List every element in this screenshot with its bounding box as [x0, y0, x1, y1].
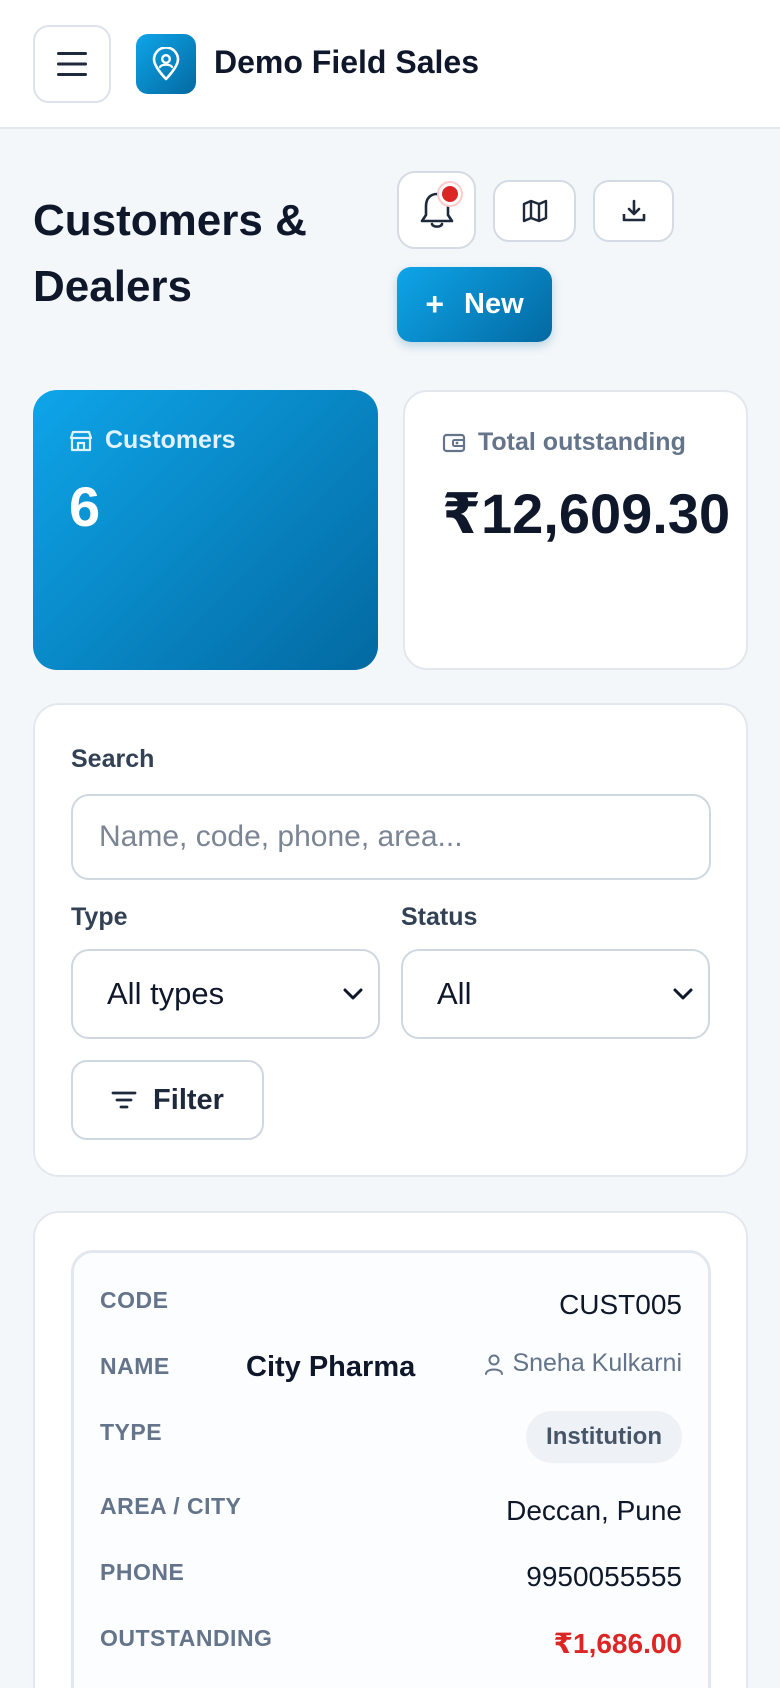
customers-stat-label: Customers	[69, 426, 236, 455]
store-icon	[69, 430, 93, 451]
phone-key: PHONE	[100, 1559, 185, 1585]
new-button-label: New	[464, 288, 524, 320]
status-select[interactable]: All	[401, 949, 710, 1039]
export-button[interactable]	[593, 180, 674, 242]
type-label: Type	[71, 903, 128, 931]
user-icon	[485, 1354, 504, 1375]
type-key: TYPE	[100, 1419, 163, 1445]
customers-label-text: Customers	[105, 426, 236, 454]
wallet-icon	[442, 433, 466, 452]
outstanding-stat-label: Total outstanding	[442, 428, 686, 457]
status-label: Status	[401, 903, 478, 931]
customer-area-city: Deccan, Pune	[506, 1495, 682, 1526]
status-select-value: All	[437, 976, 472, 1011]
outstanding-key: OUTSTANDING	[100, 1625, 273, 1651]
menu-button[interactable]	[33, 25, 111, 103]
assigned-rep-name: Sneha Kulkarni	[512, 1349, 682, 1377]
plus-icon: +	[425, 286, 445, 322]
notifications-button[interactable]	[397, 171, 476, 249]
top-bar: Demo Field Sales	[0, 0, 780, 129]
outstanding-total: ₹12,609.30	[442, 482, 731, 545]
type-select-value: All types	[107, 976, 225, 1011]
customers-stat-card: Customers 6	[33, 390, 378, 670]
customers-count: 6	[69, 475, 101, 538]
customer-list: CODE CUST005 NAME City Pharma Sneha Kulk…	[33, 1211, 748, 1688]
code-key: CODE	[100, 1287, 169, 1313]
chevron-down-icon	[343, 988, 363, 1000]
outstanding-label-text: Total outstanding	[478, 428, 686, 456]
new-customer-button[interactable]: + New	[397, 267, 552, 342]
name-key: NAME	[100, 1353, 170, 1379]
brand-logo[interactable]	[136, 34, 196, 94]
map-icon	[522, 199, 547, 223]
customer-row[interactable]: CODE CUST005 NAME City Pharma Sneha Kulk…	[71, 1250, 711, 1688]
customer-phone[interactable]: 9950055555	[526, 1561, 682, 1593]
customer-type-badge: Institution	[526, 1411, 682, 1463]
assigned-rep: Sneha Kulkarni	[484, 1349, 682, 1378]
filter-icon	[111, 1091, 137, 1109]
map-view-button[interactable]	[493, 180, 576, 242]
filter-button-label: Filter	[153, 1083, 224, 1116]
search-label: Search	[71, 745, 155, 773]
download-icon	[622, 199, 645, 222]
customer-code: CUST005	[559, 1289, 682, 1320]
filter-panel: Search Type All types Status All Filter	[33, 703, 748, 1177]
map-pin-icon	[152, 47, 180, 81]
customer-name[interactable]: City Pharma	[246, 1351, 415, 1384]
notification-badge	[439, 183, 461, 205]
page-title: Customers & Dealers	[33, 196, 307, 311]
type-select[interactable]: All types	[71, 949, 380, 1039]
hamburger-menu-icon	[57, 52, 87, 76]
outstanding-stat-card: Total outstanding ₹12,609.30	[403, 390, 748, 670]
filter-button[interactable]: Filter	[71, 1060, 264, 1140]
search-input[interactable]	[71, 794, 711, 880]
area-city-key: AREA / CITY	[100, 1493, 242, 1519]
brand-name: Demo Field Sales	[214, 44, 479, 80]
customer-outstanding: ₹1,686.00	[553, 1628, 682, 1659]
chevron-down-icon	[673, 988, 693, 1000]
